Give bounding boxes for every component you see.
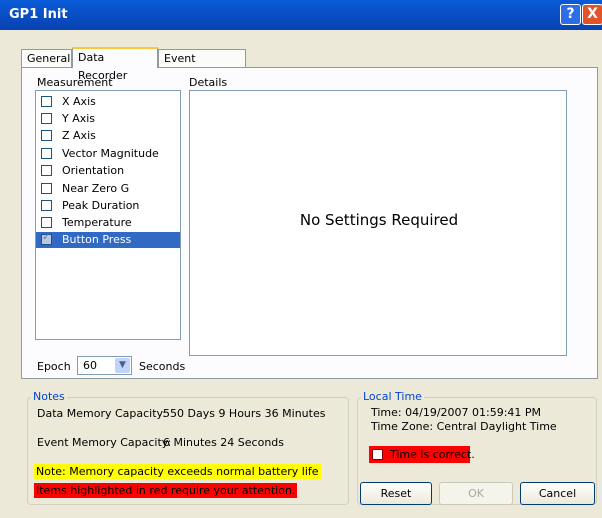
list-item-label: Y Axis <box>62 112 96 125</box>
help-button[interactable]: ? <box>560 4 581 25</box>
cancel-button[interactable]: Cancel <box>520 482 595 505</box>
list-item-temperature[interactable]: Temperature <box>36 215 180 231</box>
tab-data-recorder[interactable]: Data Recorder <box>72 47 158 82</box>
epoch-label: Epoch <box>37 360 71 373</box>
list-item-z-axis[interactable]: Z Axis <box>36 128 180 144</box>
event-memory-label: Event Memory Capacity: <box>37 436 172 449</box>
list-item-button-press[interactable]: Button Press <box>36 232 180 248</box>
list-item-label: Orientation <box>62 164 125 177</box>
window-title: GP1 Init <box>9 7 68 22</box>
close-button[interactable]: X <box>582 4 602 25</box>
memory-warning: Note: Memory capacity exceeds normal bat… <box>34 464 321 479</box>
checkbox[interactable] <box>41 183 52 194</box>
dialog-window: GP1 Init ? X General Data Recorder Event… <box>0 0 602 518</box>
epoch-unit: Seconds <box>139 360 186 373</box>
attention-warning: Items highlighted in red require your at… <box>34 483 298 498</box>
data-memory-label: Data Memory Capacity: <box>37 407 166 420</box>
list-item-near-zero-g[interactable]: Near Zero G <box>36 181 180 197</box>
tab-general[interactable]: General <box>21 49 72 67</box>
list-item-peak-duration[interactable]: Peak Duration <box>36 198 180 214</box>
list-item-vector-magnitude[interactable]: Vector Magnitude <box>36 146 180 162</box>
checkbox[interactable] <box>41 96 52 107</box>
time-correct-checkbox[interactable] <box>372 449 383 460</box>
checkbox[interactable] <box>41 200 52 211</box>
time-correct-checkbox-row[interactable]: Time is correct. <box>369 446 475 463</box>
list-item-label: Button Press <box>62 233 132 246</box>
list-item-label: Near Zero G <box>62 182 130 195</box>
checkbox[interactable] <box>41 148 52 159</box>
notes-legend: Notes <box>31 390 67 403</box>
list-item-label: X Axis <box>62 95 96 108</box>
checkbox[interactable] <box>41 113 52 124</box>
time-zone-value: Time Zone: Central Daylight Time <box>371 420 557 433</box>
checkbox[interactable] <box>41 130 52 141</box>
title-bar: GP1 Init ? X <box>0 0 602 30</box>
reset-button[interactable]: Reset <box>360 482 432 505</box>
epoch-select[interactable]: 60 ▼ <box>77 356 132 375</box>
list-item-label: Z Axis <box>62 129 96 142</box>
list-item-label: Temperature <box>62 216 132 229</box>
details-message: No Settings Required <box>299 211 459 229</box>
local-time-value: Time: 04/19/2007 01:59:41 PM <box>371 406 542 419</box>
checkbox[interactable] <box>41 217 52 228</box>
list-item-orientation[interactable]: Orientation <box>36 163 180 179</box>
chevron-down-icon[interactable]: ▼ <box>115 358 130 373</box>
list-item-label: Vector Magnitude <box>62 147 159 160</box>
list-item-y-axis[interactable]: Y Axis <box>36 111 180 127</box>
details-pane: No Settings Required <box>189 90 567 356</box>
epoch-value: 60 <box>83 359 97 372</box>
list-item-label: Peak Duration <box>62 199 140 212</box>
time-correct-label: Time is correct. <box>390 448 475 461</box>
measurement-list: X Axis Y Axis Z Axis Vector Magnitude Or… <box>35 90 181 340</box>
ok-button[interactable]: OK <box>439 482 513 505</box>
event-memory-value: 6 Minutes 24 Seconds <box>163 436 284 449</box>
local-time-legend: Local Time <box>361 390 424 403</box>
checkbox[interactable] <box>41 232 52 245</box>
list-item-x-axis[interactable]: X Axis <box>36 94 180 110</box>
checkbox[interactable] <box>41 165 52 176</box>
tab-event-recorder[interactable]: Event Recorder <box>158 49 246 83</box>
data-memory-value: 550 Days 9 Hours 36 Minutes <box>163 407 326 420</box>
details-header: Details <box>189 76 228 89</box>
